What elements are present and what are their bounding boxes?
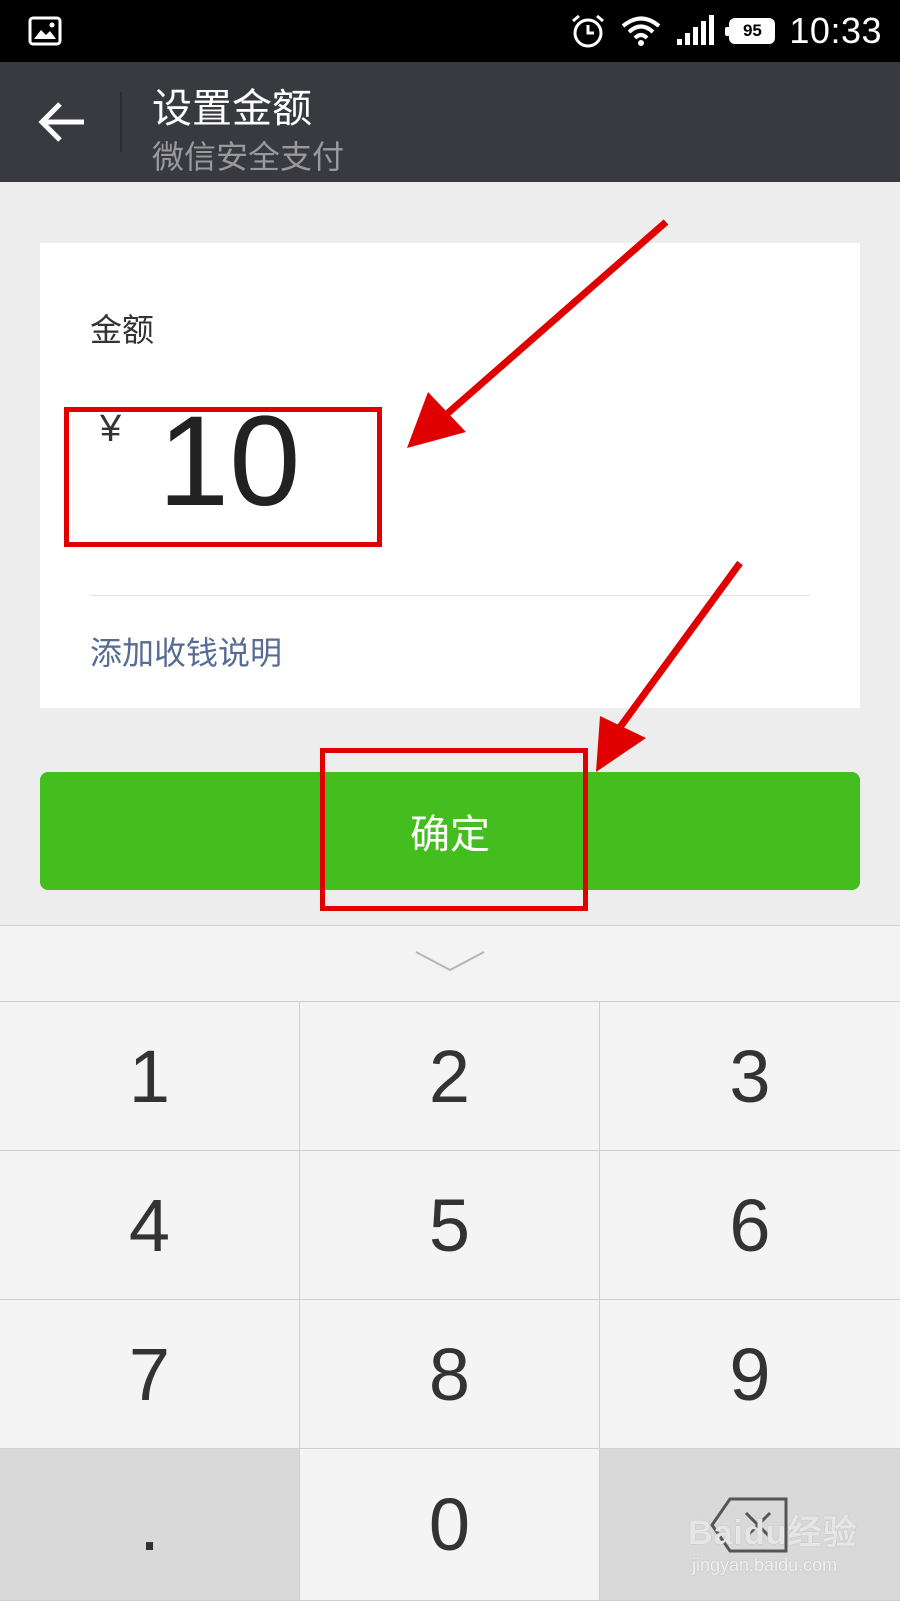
battery-icon: 95 [725, 18, 776, 44]
amount-input[interactable]: 10 [158, 398, 300, 526]
page-subtitle: 微信安全支付 [152, 138, 345, 176]
card-divider [90, 595, 810, 596]
keyboard-collapse-bar[interactable] [0, 925, 900, 1002]
watermark-logo: Baidu经验 [688, 1514, 858, 1552]
wifi-icon [622, 16, 661, 46]
battery-level: 95 [742, 21, 762, 40]
chevron-down-icon[interactable] [414, 946, 486, 976]
action-bar: 设置金额 微信安全支付 [0, 62, 900, 182]
key-8[interactable]: 8 [300, 1300, 600, 1449]
confirm-button[interactable]: 确定 [40, 772, 860, 890]
key-1[interactable]: 1 [0, 1002, 300, 1151]
key-0[interactable]: 0 [300, 1449, 600, 1601]
watermark-url: jingyan.baidu.com [692, 1555, 838, 1575]
gallery-icon [28, 16, 62, 46]
key-6[interactable]: 6 [600, 1151, 900, 1300]
signal-icon [677, 15, 715, 45]
key-4[interactable]: 4 [0, 1151, 300, 1300]
key-decimal[interactable]: . [0, 1449, 300, 1601]
key-7[interactable]: 7 [0, 1300, 300, 1449]
currency-symbol: ¥ [100, 408, 122, 450]
alarm-icon [572, 14, 605, 48]
key-9[interactable]: 9 [600, 1300, 900, 1449]
baidu-watermark: Baidu经验 jingyan.baidu.com [688, 1505, 888, 1590]
add-note-link[interactable]: 添加收钱说明 [90, 628, 282, 674]
amount-label: 金额 [90, 311, 155, 349]
status-bar: 95 10:33 [0, 0, 900, 62]
page-title: 设置金额 [152, 86, 312, 132]
key-5[interactable]: 5 [300, 1151, 600, 1300]
key-3[interactable]: 3 [600, 1002, 900, 1151]
status-time: 10:33 [789, 10, 882, 51]
back-arrow-icon[interactable] [30, 90, 94, 154]
header-divider [120, 92, 122, 152]
key-2[interactable]: 2 [300, 1002, 600, 1151]
amount-card: 金额 ¥ 10 添加收钱说明 [40, 243, 860, 708]
